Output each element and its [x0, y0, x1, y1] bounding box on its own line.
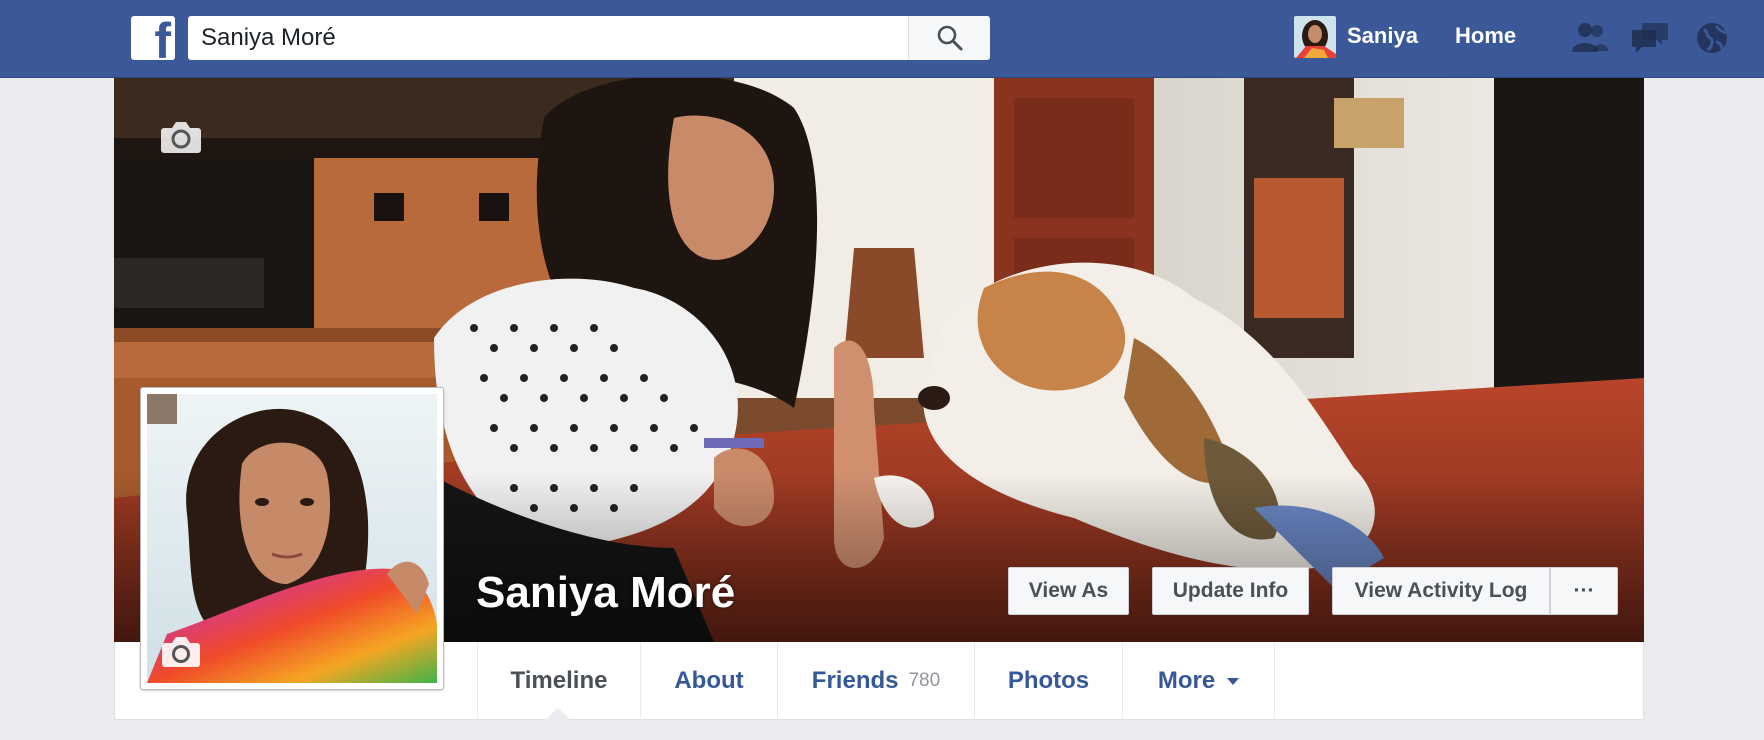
change-profile-picture-camera-icon[interactable]	[161, 636, 201, 668]
friend-requests-icon[interactable]	[1570, 20, 1610, 56]
chevron-down-icon	[1227, 677, 1240, 685]
tab-timeline-label: Timeline	[510, 667, 608, 694]
view-as-button[interactable]: View As	[1008, 567, 1129, 615]
friends-count: 780	[908, 670, 941, 691]
home-link[interactable]: Home	[1455, 23, 1516, 49]
tab-more-label: More	[1157, 667, 1216, 694]
tab-friends-label: Friends	[811, 667, 899, 694]
messages-icon[interactable]	[1630, 20, 1670, 56]
search-input[interactable]	[188, 16, 908, 60]
search-button[interactable]	[908, 16, 990, 60]
active-tab-pointer	[545, 708, 571, 720]
tab-photos[interactable]: Photos	[975, 642, 1123, 720]
search-box	[188, 16, 990, 60]
tab-about[interactable]: About	[641, 642, 778, 720]
update-info-button[interactable]: Update Info	[1152, 567, 1309, 615]
view-activity-log-button[interactable]: View Activity Log	[1332, 567, 1550, 615]
tab-friends[interactable]: Friends 780	[778, 642, 975, 720]
user-name-link[interactable]: Saniya	[1347, 23, 1418, 49]
notifications-globe-icon[interactable]	[1692, 20, 1732, 56]
tab-photos-label: Photos	[1007, 667, 1090, 694]
user-avatar[interactable]	[1294, 16, 1336, 58]
profile-picture[interactable]	[140, 387, 444, 690]
facebook-logo-icon[interactable]: f	[131, 16, 175, 60]
more-options-button[interactable]: ···	[1550, 567, 1618, 615]
search-icon	[937, 25, 962, 51]
top-navigation-bar: f Saniya Home	[0, 0, 1764, 78]
tab-about-label: About	[674, 667, 744, 694]
tab-more[interactable]: More	[1123, 642, 1275, 720]
profile-name-heading[interactable]: Saniya Moré	[476, 568, 735, 618]
change-cover-camera-icon[interactable]	[160, 120, 202, 154]
